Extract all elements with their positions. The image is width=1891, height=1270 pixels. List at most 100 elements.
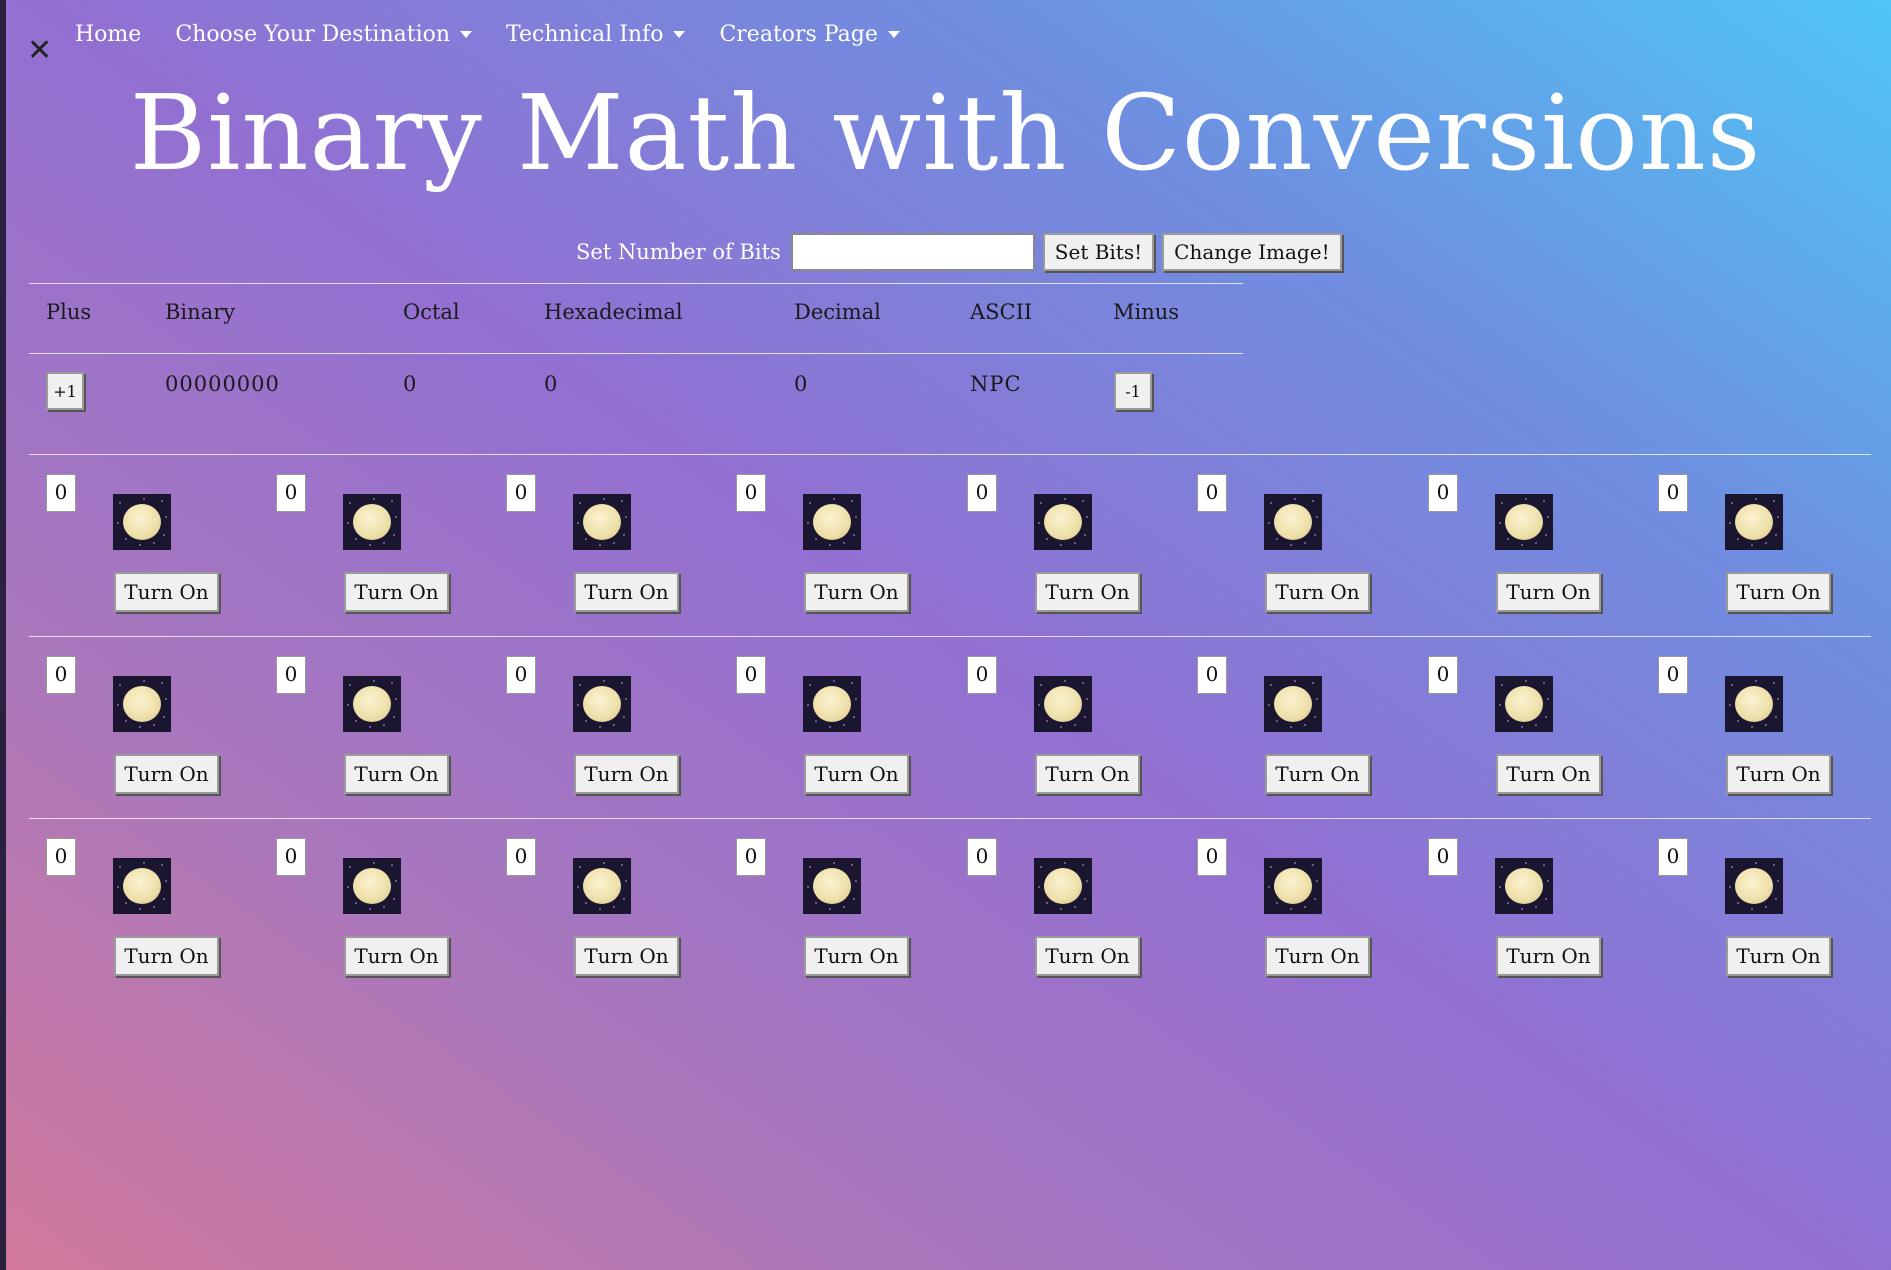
star-dot xyxy=(1038,704,1040,706)
turn-on-button[interactable]: Turn On xyxy=(1265,936,1370,976)
nav-choose-destination-label: Choose Your Destination xyxy=(175,22,451,47)
moon-icon xyxy=(1034,676,1092,732)
turn-on-button[interactable]: Turn On xyxy=(1496,936,1601,976)
turn-on-button[interactable]: Turn On xyxy=(1496,754,1601,794)
turn-on-button[interactable]: Turn On xyxy=(344,754,449,794)
header-plus: Plus xyxy=(46,300,92,324)
turn-on-button[interactable]: Turn On xyxy=(344,936,449,976)
star-dot xyxy=(355,720,357,722)
turn-on-button[interactable]: Turn On xyxy=(804,572,909,612)
nav-choose-destination[interactable]: Choose Your Destination xyxy=(175,22,473,47)
octal-value: 0 xyxy=(403,372,418,396)
turn-on-button[interactable]: Turn On xyxy=(114,754,219,794)
star-dot xyxy=(1294,680,1296,682)
star-dot xyxy=(1038,886,1040,888)
bits-input[interactable] xyxy=(790,233,1035,271)
star-dot xyxy=(1501,502,1503,504)
star-dot xyxy=(1499,886,1501,888)
header-minus: Minus xyxy=(1113,300,1180,324)
star-dot xyxy=(1773,864,1775,866)
turn-on-button[interactable]: Turn On xyxy=(804,754,909,794)
turn-on-button[interactable]: Turn On xyxy=(1726,754,1831,794)
star-dot xyxy=(809,866,811,868)
star-dot xyxy=(393,898,395,900)
bit-value: 0 xyxy=(46,656,76,694)
nav-creators-page[interactable]: Creators Page xyxy=(719,22,900,47)
star-dot xyxy=(391,500,393,502)
star-dot xyxy=(1084,716,1086,718)
star-dot xyxy=(1535,542,1537,544)
star-dot xyxy=(117,522,119,524)
close-icon[interactable]: ✕ xyxy=(27,36,52,66)
turn-on-button[interactable]: Turn On xyxy=(1035,754,1140,794)
ascii-value: NPC xyxy=(970,372,1022,396)
star-dot xyxy=(1316,516,1318,518)
moon-disc xyxy=(1735,504,1773,540)
star-dot xyxy=(373,498,375,500)
star-dot xyxy=(373,862,375,864)
moon-disc xyxy=(1044,504,1082,540)
turn-on-button[interactable]: Turn On xyxy=(1726,572,1831,612)
turn-on-button[interactable]: Turn On xyxy=(804,936,909,976)
star-dot xyxy=(1038,522,1040,524)
star-dot xyxy=(1777,880,1779,882)
star-dot xyxy=(1276,538,1278,540)
turn-on-button[interactable]: Turn On xyxy=(344,572,449,612)
turn-on-button[interactable]: Turn On xyxy=(114,572,219,612)
star-dot xyxy=(1525,680,1527,682)
star-dot xyxy=(1304,724,1306,726)
turn-on-button[interactable]: Turn On xyxy=(574,572,679,612)
turn-on-button[interactable]: Turn On xyxy=(114,936,219,976)
star-dot xyxy=(117,704,119,706)
change-image-button[interactable]: Change Image! xyxy=(1162,233,1342,271)
star-dot xyxy=(1060,544,1062,546)
moon-disc xyxy=(1505,504,1543,540)
moon-disc xyxy=(583,868,621,904)
minus-one-button[interactable]: -1 xyxy=(1114,372,1152,410)
star-dot xyxy=(613,724,615,726)
moon-icon xyxy=(803,676,861,732)
plus-one-button[interactable]: +1 xyxy=(46,372,84,410)
star-dot xyxy=(143,498,145,500)
star-dot xyxy=(153,906,155,908)
star-dot xyxy=(599,908,601,910)
bit-value: 0 xyxy=(506,656,536,694)
turn-on-button[interactable]: Turn On xyxy=(1265,572,1370,612)
star-dot xyxy=(161,682,163,684)
star-dot xyxy=(625,698,627,700)
turn-on-button[interactable]: Turn On xyxy=(1265,754,1370,794)
bit-value: 0 xyxy=(736,656,766,694)
star-dot xyxy=(1751,908,1753,910)
bit-value: 0 xyxy=(506,474,536,512)
moon-icon xyxy=(113,676,171,732)
star-dot xyxy=(1521,726,1523,728)
nav-home-label: Home xyxy=(75,22,142,47)
set-bits-button[interactable]: Set Bits! xyxy=(1042,233,1155,271)
turn-on-button[interactable]: Turn On xyxy=(574,936,679,976)
turn-on-button[interactable]: Turn On xyxy=(1496,572,1601,612)
bits-top-divider xyxy=(29,454,1871,455)
star-dot xyxy=(1276,720,1278,722)
star-dot xyxy=(623,898,625,900)
star-dot xyxy=(851,500,853,502)
star-dot xyxy=(1775,898,1777,900)
star-dot xyxy=(1046,720,1048,722)
star-dot xyxy=(855,516,857,518)
star-dot xyxy=(1312,864,1314,866)
table-top-divider xyxy=(29,283,1243,284)
star-dot xyxy=(143,862,145,864)
star-dot xyxy=(139,544,141,546)
bit-value: 0 xyxy=(276,656,306,694)
turn-on-button[interactable]: Turn On xyxy=(1035,572,1140,612)
turn-on-button[interactable]: Turn On xyxy=(574,754,679,794)
nav-technical-info[interactable]: Technical Info xyxy=(506,22,686,47)
moon-disc xyxy=(123,504,161,540)
star-dot xyxy=(165,698,167,700)
turn-on-button[interactable]: Turn On xyxy=(1726,936,1831,976)
star-dot xyxy=(1082,864,1084,866)
star-dot xyxy=(1731,502,1733,504)
star-dot xyxy=(153,724,155,726)
nav-home[interactable]: Home xyxy=(75,22,141,47)
star-dot xyxy=(161,864,163,866)
turn-on-button[interactable]: Turn On xyxy=(1035,936,1140,976)
